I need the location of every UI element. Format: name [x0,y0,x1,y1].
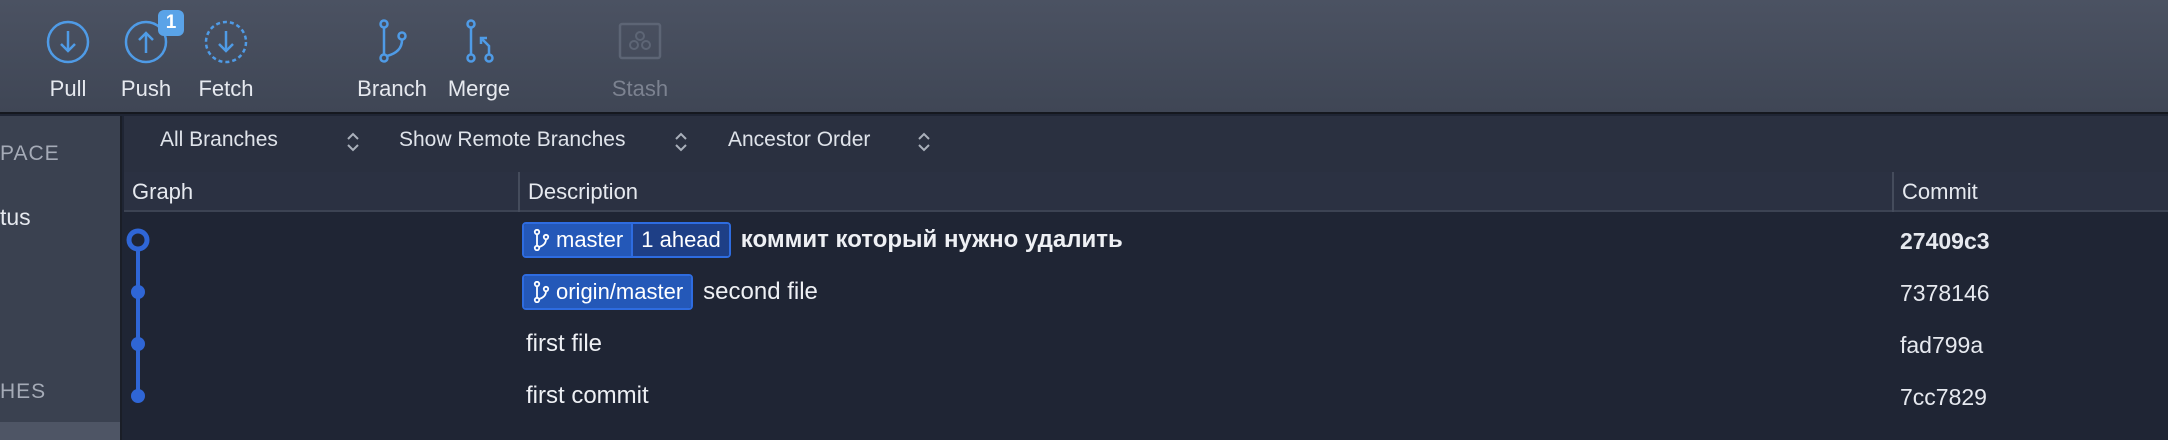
branch-tag-master[interactable]: master 1 ahead [522,222,731,258]
branch-label: Branch [357,76,427,101]
sidebar: PACE tus HES [0,116,122,440]
commit-column-header[interactable]: Commit [1894,172,1978,212]
merge-button[interactable]: Merge [429,18,529,108]
order-select[interactable]: Ancestor Order [728,128,870,152]
merge-icon [466,19,494,63]
stash-button[interactable]: Stash [590,18,690,108]
commit-hash: fad799a [1900,332,1984,358]
fetch-label: Fetch [198,76,254,101]
branch-button[interactable]: Branch [342,18,442,108]
sidebar-workspace-header: PACE [0,142,60,165]
sidebar-branches-header: HES [0,380,47,403]
remote-chevron-updown-icon [675,132,687,152]
commit-message: first commit [526,382,649,409]
commit-message: second file [703,278,818,305]
toolbar: Pull 1 Push Fetch Branch Merge Stash [0,0,2168,114]
commit-message: first file [526,330,603,357]
commit-hash: 7378146 [1900,280,1990,306]
branch-icon [379,19,407,63]
sidebar-item-file-status[interactable]: tus [0,204,31,231]
commit-message: коммит который нужно удалить [740,226,1123,253]
branch-tag-origin-master[interactable]: origin/master [522,274,694,310]
fetch-button[interactable]: Fetch [176,18,276,108]
commit-hash: 27409c3 [1900,228,1990,254]
column-header: Graph Description Commit [124,172,2168,212]
branch-icon [533,281,550,303]
graph-column-header[interactable]: Graph [124,172,193,212]
sidebar-selected-item[interactable] [0,422,120,440]
branches-filter-select[interactable]: All Branches [160,128,278,152]
commit-row[interactable]: first file fad799a [124,318,2168,370]
branch-icon [533,229,550,251]
fetch-icon [204,20,248,64]
commit-list: master 1 ahead коммит который нужно удал… [124,214,2168,440]
branches-chevron-updown-icon [347,132,359,152]
filter-bar: All Branches Show Remote Branches Ancest… [124,116,2168,172]
commit-row[interactable]: first commit 7cc7829 [124,370,2168,422]
branch-tag-label: origin/master [556,279,684,304]
remote-branches-select[interactable]: Show Remote Branches [399,128,625,152]
merge-label: Merge [447,76,511,101]
ahead-count-badge: 1 ahead [631,224,729,256]
commit-row[interactable]: origin/master second file 7378146 [124,266,2168,318]
pull-icon [46,20,90,64]
stash-label: Stash [611,76,669,101]
commit-row[interactable]: master 1 ahead коммит который нужно удал… [124,214,2168,266]
order-chevron-updown-icon [918,132,930,152]
stash-icon [618,22,662,60]
branch-tag-label: master [556,227,624,252]
commit-hash: 7cc7829 [1900,384,1987,410]
description-column-header[interactable]: Description [520,172,638,212]
